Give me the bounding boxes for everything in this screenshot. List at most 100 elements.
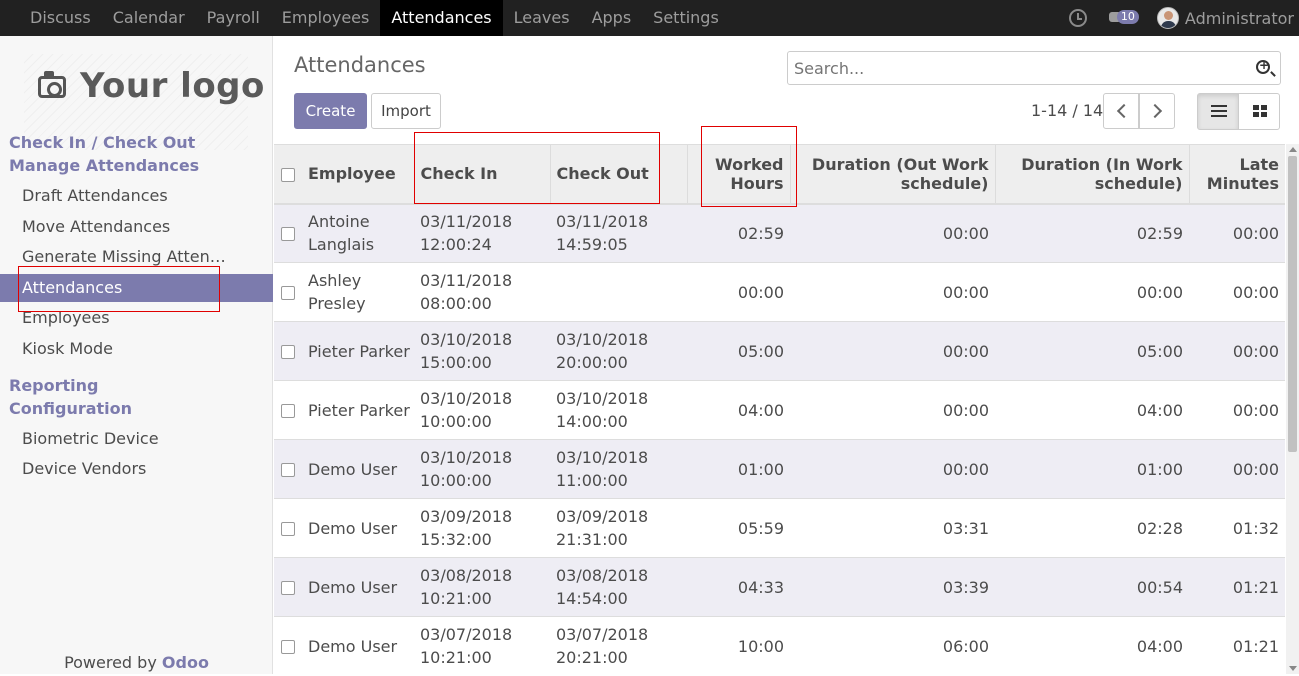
col-check-in[interactable]: Check In	[413, 144, 550, 205]
cell-employee[interactable]: Demo User	[302, 616, 414, 676]
cell-employee[interactable]: Demo User	[302, 498, 414, 558]
sidebar-item-generate-missing[interactable]: Generate Missing Attenda…	[22, 247, 232, 266]
cell-late-minutes[interactable]: 00:00	[1189, 439, 1285, 499]
sidebar-section-manage-attendances[interactable]: Manage Attendances	[9, 156, 199, 175]
cell-worked-hours[interactable]: 02:59	[687, 203, 790, 263]
cell-worked-hours[interactable]: 05:00	[687, 321, 790, 381]
cell-check-in[interactable]: 03/08/2018 10:21:00	[414, 557, 550, 617]
search-input[interactable]	[788, 52, 1238, 84]
table-row[interactable]: Demo User 03/09/2018 15:32:00 03/09/2018 2…	[274, 498, 1285, 558]
col-employee[interactable]: Employee	[302, 144, 414, 205]
cell-check-out[interactable]: 03/10/2018 20:00:00	[550, 321, 687, 381]
cell-check-out[interactable]: 03/10/2018 11:00:00	[550, 439, 687, 499]
cell-check-in[interactable]: 03/09/2018 15:32:00	[414, 498, 550, 558]
pager-next-button[interactable]	[1139, 93, 1175, 129]
row-checkbox-cell[interactable]	[274, 439, 302, 499]
cell-check-out[interactable]: 03/11/2018 14:59:05	[550, 203, 687, 263]
cell-worked-hours[interactable]: 10:00	[687, 616, 790, 676]
cell-duration-out[interactable]: 03:31	[790, 498, 995, 558]
scroll-thumb[interactable]	[1288, 156, 1297, 452]
cell-late-minutes[interactable]: 00:00	[1189, 321, 1285, 381]
sidebar-item-kiosk-mode[interactable]: Kiosk Mode	[22, 339, 232, 358]
list-view-button[interactable]	[1197, 93, 1239, 130]
kanban-view-button[interactable]	[1238, 93, 1280, 130]
cell-check-in[interactable]: 03/10/2018 10:00:00	[414, 439, 550, 499]
cell-duration-out[interactable]: 00:00	[790, 380, 995, 440]
cell-duration-in[interactable]: 02:28	[995, 498, 1189, 558]
cell-duration-in[interactable]: 00:54	[995, 557, 1189, 617]
cell-duration-out[interactable]: 06:00	[790, 616, 995, 676]
cell-duration-in[interactable]: 04:00	[995, 616, 1189, 676]
menu-discuss[interactable]: Discuss	[19, 0, 102, 36]
sidebar-item-biometric-device[interactable]: Biometric Device	[22, 429, 232, 448]
pager-value[interactable]: 1-14 / 14	[1031, 101, 1103, 120]
row-checkbox[interactable]	[281, 581, 295, 595]
cell-worked-hours[interactable]: 00:00	[687, 262, 790, 322]
cell-employee[interactable]: Demo User	[302, 439, 414, 499]
cell-check-in[interactable]: 03/10/2018 15:00:00	[414, 321, 550, 381]
cell-check-in[interactable]: 03/11/2018 08:00:00	[414, 262, 550, 322]
menu-leaves[interactable]: Leaves	[503, 0, 581, 36]
import-button[interactable]: Import	[371, 93, 441, 129]
cell-check-in[interactable]: 03/11/2018 12:00:24	[414, 203, 550, 263]
odoo-link[interactable]: Odoo	[162, 653, 209, 672]
cell-late-minutes[interactable]: 01:21	[1189, 557, 1285, 617]
table-row[interactable]: Pieter Parker 03/10/2018 10:00:00 03/10/2…	[274, 380, 1285, 440]
cell-check-out[interactable]: 03/08/2018 14:54:00	[550, 557, 687, 617]
table-scrollbar[interactable]	[1286, 144, 1299, 674]
search-options-icon[interactable]	[1256, 58, 1270, 74]
row-checkbox-cell[interactable]	[274, 321, 302, 381]
row-checkbox-cell[interactable]	[274, 262, 302, 322]
select-all-checkbox[interactable]	[281, 167, 295, 182]
create-button[interactable]: Create	[294, 93, 367, 129]
table-row[interactable]: Antoine Langlais 03/11/2018 12:00:24 03/11…	[274, 203, 1285, 263]
activity-clock-icon[interactable]	[1068, 9, 1087, 27]
pager-previous-button[interactable]	[1103, 93, 1139, 129]
sidebar-item-draft-attendances[interactable]: Draft Attendances	[22, 186, 232, 205]
table-row[interactable]: Demo User 03/08/2018 10:21:00 03/08/2018 1…	[274, 557, 1285, 617]
cell-check-out[interactable]: 03/07/2018 20:21:00	[550, 616, 687, 676]
sidebar-section-reporting[interactable]: Reporting	[9, 376, 98, 395]
cell-duration-in[interactable]: 04:00	[995, 380, 1189, 440]
table-row[interactable]: Demo User 03/07/2018 10:21:00 03/07/2018 2…	[274, 616, 1285, 676]
cell-worked-hours[interactable]: 04:00	[687, 380, 790, 440]
cell-duration-out[interactable]: 00:00	[790, 262, 995, 322]
cell-duration-out[interactable]: 00:00	[790, 321, 995, 381]
row-checkbox[interactable]	[281, 404, 295, 418]
cell-duration-out[interactable]: 03:39	[790, 557, 995, 617]
cell-duration-in[interactable]: 00:00	[995, 262, 1189, 322]
cell-check-out[interactable]: 03/10/2018 14:00:00	[550, 380, 687, 440]
col-check-out[interactable]: Check Out	[549, 144, 687, 205]
menu-settings[interactable]: Settings	[642, 0, 730, 36]
cell-check-out[interactable]	[550, 262, 687, 322]
select-all-checkbox-cell[interactable]	[274, 144, 302, 205]
row-checkbox[interactable]	[281, 640, 295, 655]
cell-late-minutes[interactable]: 00:00	[1189, 380, 1285, 440]
cell-employee[interactable]: Demo User	[302, 557, 414, 617]
sidebar-section-check-in-out[interactable]: Check In / Check Out	[9, 133, 195, 152]
cell-employee[interactable]: Ashley Presley	[302, 262, 414, 322]
row-checkbox[interactable]	[281, 286, 295, 300]
menu-attendances[interactable]: Attendances	[380, 0, 503, 36]
row-checkbox-cell[interactable]	[274, 557, 302, 617]
row-checkbox-cell[interactable]	[274, 616, 302, 676]
row-checkbox[interactable]	[281, 522, 295, 536]
user-avatar[interactable]	[1156, 7, 1179, 29]
menu-calendar[interactable]: Calendar	[102, 0, 196, 36]
scroll-down-arrow-icon[interactable]	[1289, 666, 1297, 671]
cell-duration-in[interactable]: 02:59	[995, 203, 1189, 263]
sidebar-item-attendances[interactable]: Attendances	[0, 274, 273, 302]
cell-duration-in[interactable]: 01:00	[995, 439, 1189, 499]
cell-worked-hours[interactable]: 04:33	[687, 557, 790, 617]
menu-payroll[interactable]: Payroll	[196, 0, 271, 36]
user-menu[interactable]: Administrator	[1185, 9, 1294, 28]
menu-apps[interactable]: Apps	[581, 0, 643, 36]
menu-employees[interactable]: Employees	[271, 0, 381, 36]
row-checkbox[interactable]	[281, 227, 295, 242]
messaging-button[interactable]: 10	[1108, 8, 1143, 28]
col-duration-in-schedule[interactable]: Duration (In Work schedule)	[994, 144, 1189, 205]
cell-employee[interactable]: Pieter Parker	[302, 380, 414, 440]
cell-late-minutes[interactable]: 01:32	[1189, 498, 1285, 558]
table-row[interactable]: Ashley Presley 03/11/2018 08:00:00 00:00 0…	[274, 262, 1285, 322]
row-checkbox-cell[interactable]	[274, 380, 302, 440]
